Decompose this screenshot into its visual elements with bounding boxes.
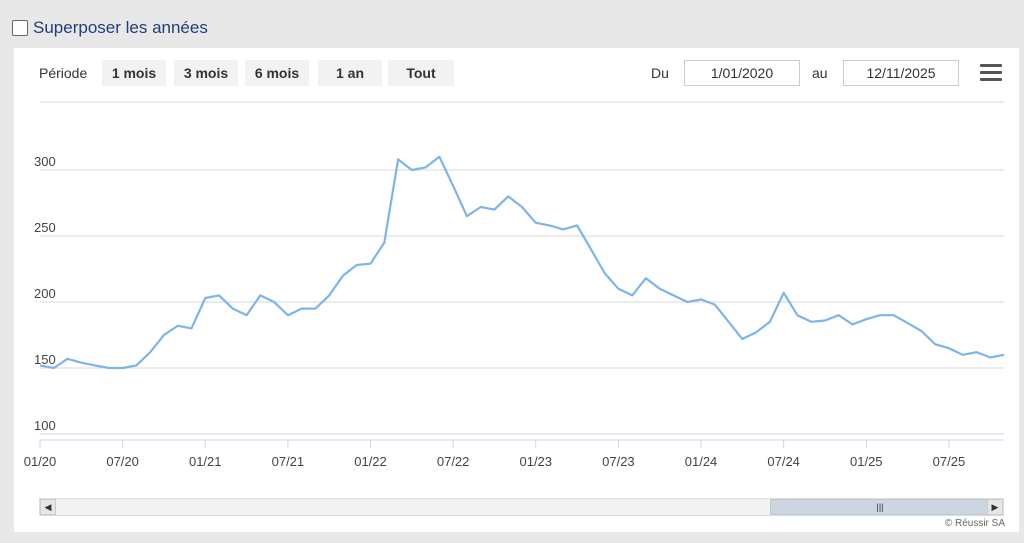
overlay-label: Superposer les années bbox=[33, 18, 208, 37]
range-button-3m[interactable]: 3 mois bbox=[174, 60, 238, 86]
range-button-6m[interactable]: 6 mois bbox=[245, 60, 309, 86]
x-tick-label: 07/25 bbox=[933, 454, 966, 469]
overlay-years-toggle[interactable]: Superposer les années bbox=[12, 18, 208, 38]
y-tick-label: 300 bbox=[34, 154, 56, 169]
x-tick-label: 01/20 bbox=[24, 454, 57, 469]
period-label: Période bbox=[39, 65, 88, 81]
menu-icon[interactable] bbox=[980, 64, 1002, 82]
chart-toolbar: Période 1 mois 3 mois 6 mois 1 an Tout D… bbox=[14, 58, 1019, 88]
x-tick-label: 01/21 bbox=[189, 454, 222, 469]
range-button-all[interactable]: Tout bbox=[388, 60, 454, 86]
y-tick-label: 250 bbox=[34, 220, 56, 235]
x-tick-label: 07/24 bbox=[767, 454, 800, 469]
chart-panel: Période 1 mois 3 mois 6 mois 1 an Tout D… bbox=[14, 48, 1019, 532]
x-axis: 01/20 07/20 01/21 07/21 01/22 07/22 01/23 07/23… bbox=[24, 439, 1004, 469]
series-line bbox=[39, 155, 1005, 370]
range-button-1y[interactable]: 1 an bbox=[318, 60, 382, 86]
scroll-left-button[interactable]: ◀ bbox=[40, 499, 56, 515]
range-button-1m[interactable]: 1 mois bbox=[102, 60, 166, 86]
scroll-thumb[interactable]: ||| bbox=[770, 499, 990, 515]
scroll-right-button[interactable]: ▶ bbox=[987, 499, 1003, 515]
y-tick-label: 100 bbox=[34, 418, 56, 433]
x-tick-label: 07/21 bbox=[272, 454, 305, 469]
y-tick-label: 200 bbox=[34, 286, 56, 301]
x-tick-label: 07/20 bbox=[106, 454, 139, 469]
x-tick-label: 01/25 bbox=[850, 454, 883, 469]
overlay-checkbox[interactable] bbox=[12, 20, 28, 36]
y-grid: 100 150 200 250 300 bbox=[34, 154, 1004, 435]
x-tick-label: 01/24 bbox=[685, 454, 718, 469]
from-label: Du bbox=[651, 65, 669, 81]
navigator-scrollbar[interactable]: ◀ ||| ▶ bbox=[39, 498, 1004, 516]
credits: © Réussir SA bbox=[944, 518, 1005, 529]
x-tick-label: 01/23 bbox=[519, 454, 552, 469]
x-tick-label: 01/22 bbox=[354, 454, 387, 469]
price-chart: 100150200250300 01/20 07/20 01/21 07/21 01/2… bbox=[24, 101, 1005, 469]
x-tick-label: 07/23 bbox=[602, 454, 635, 469]
from-date-input[interactable]: 1/01/2020 bbox=[684, 60, 800, 86]
x-tick-label: 07/22 bbox=[437, 454, 470, 469]
to-date-input[interactable]: 12/11/2025 bbox=[843, 60, 959, 86]
to-label: au bbox=[812, 65, 828, 81]
y-tick-label: 150 bbox=[34, 352, 56, 367]
